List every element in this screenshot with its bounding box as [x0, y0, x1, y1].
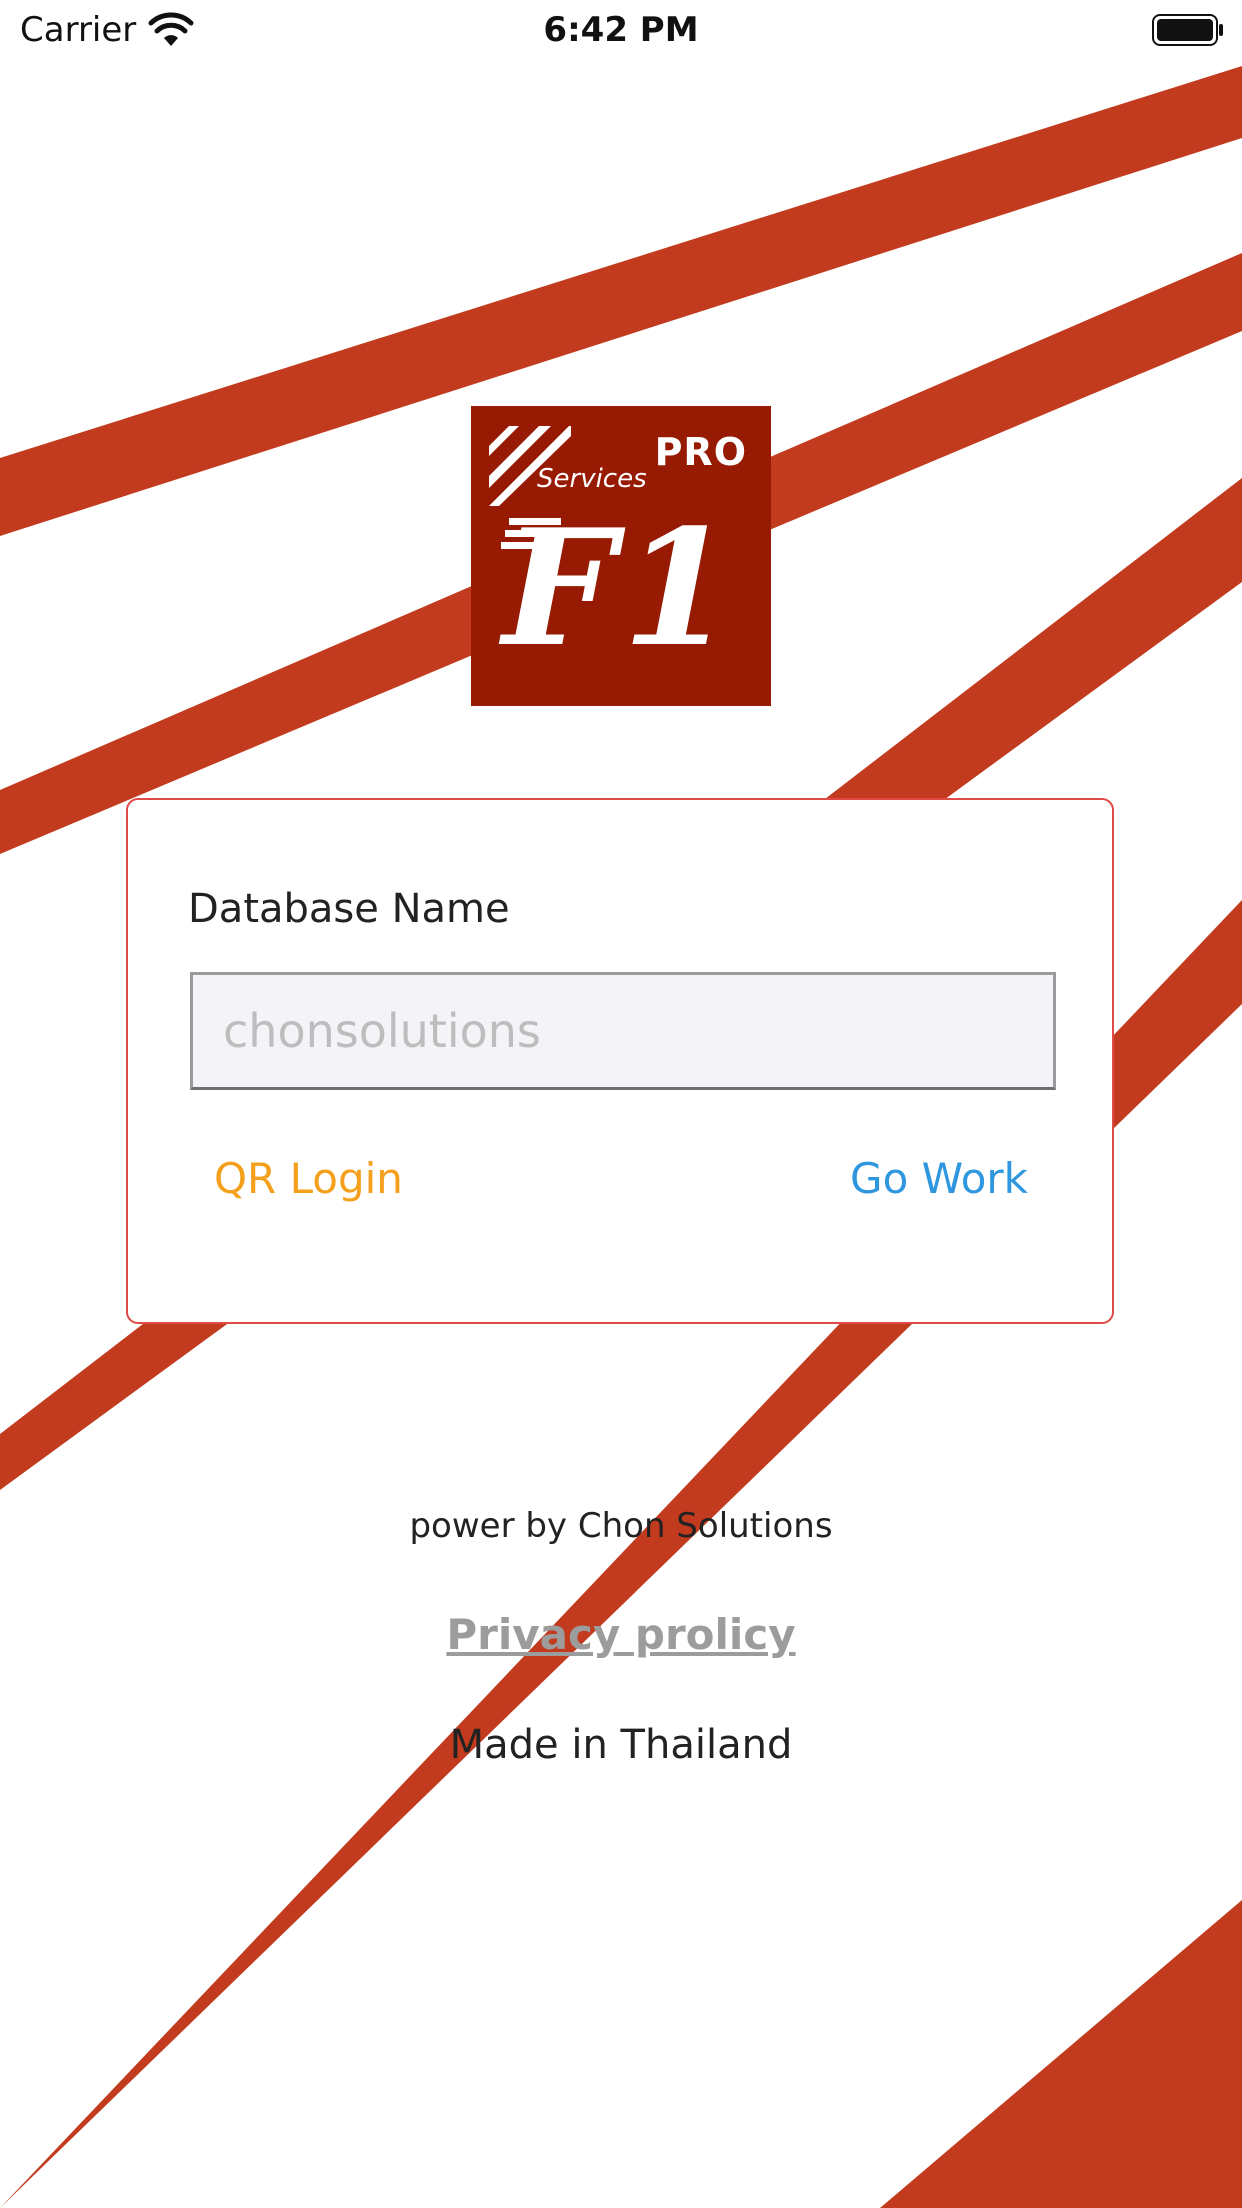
privacy-policy-link[interactable]: Privacy prolicy [0, 1610, 1242, 1659]
stripe-5 [880, 1900, 1242, 2208]
status-bar: Carrier 6:42 PM [0, 0, 1242, 62]
go-work-button[interactable]: Go Work [826, 1144, 1052, 1214]
battery-full-icon [1152, 14, 1223, 46]
status-time: 6:42 PM [543, 10, 699, 50]
app-logo: PRO Services F1 [471, 406, 771, 706]
database-name-label: Database Name [188, 886, 510, 932]
database-name-input[interactable] [190, 972, 1056, 1090]
power-by-text: power by Chon Solutions [409, 1506, 833, 1546]
logo-pro-text: PRO [654, 430, 747, 474]
database-login-card: Database Name QR Login Go Work [126, 798, 1114, 1324]
logo-services-text: Services [537, 464, 647, 494]
logo-f1-text: F1 [502, 494, 740, 682]
qr-login-button[interactable]: QR Login [190, 1144, 427, 1214]
made-in-text: Made in Thailand [449, 1722, 793, 1768]
